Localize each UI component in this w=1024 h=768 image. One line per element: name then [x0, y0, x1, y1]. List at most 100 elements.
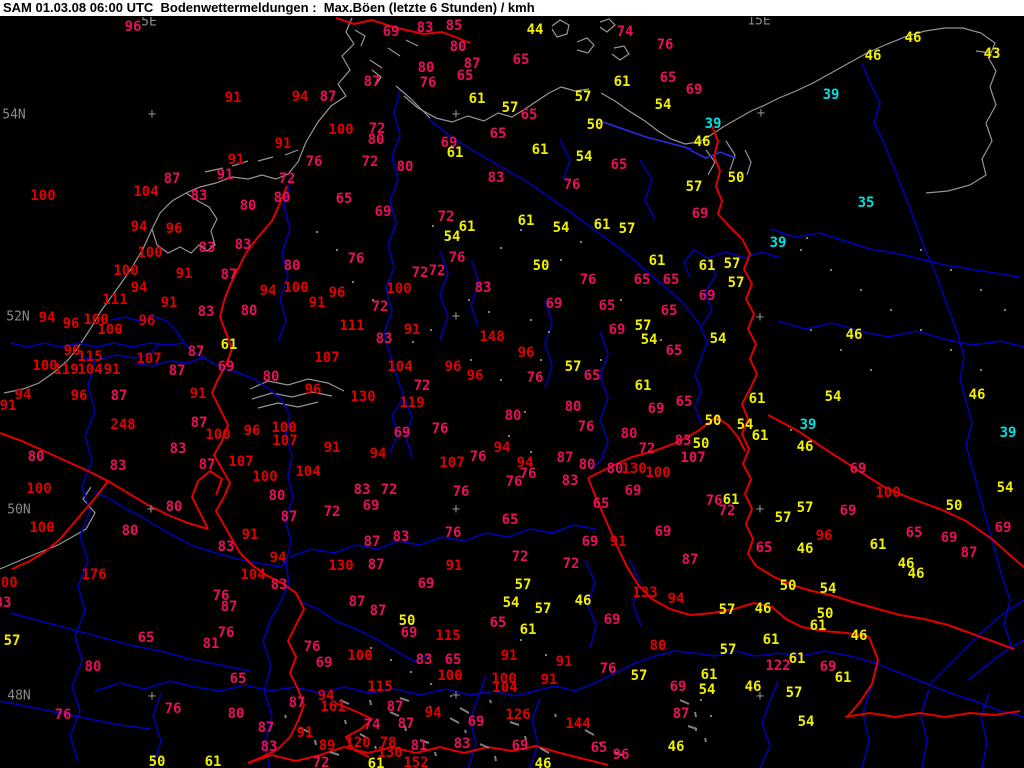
- station-gust-value: 61: [519, 622, 537, 638]
- station-gust-value: 96: [70, 388, 88, 404]
- station-gust-value: 72: [361, 154, 379, 170]
- station-gust-value: 69: [691, 206, 709, 222]
- station-gust-value: 94: [667, 591, 685, 607]
- station-gust-value: 72: [437, 209, 455, 225]
- coastlines-layer: [0, 17, 997, 570]
- station-gust-value: 91: [403, 322, 421, 338]
- station-gust-value: 87: [220, 599, 238, 615]
- station-gust-value: 81: [202, 636, 220, 652]
- station-gust-value: 69: [849, 461, 867, 477]
- station-gust-value: 76: [444, 525, 462, 541]
- station-gust-value: 87: [168, 363, 186, 379]
- station-gust-value: 87: [198, 457, 216, 473]
- station-gust-value: 248: [110, 417, 136, 433]
- station-gust-value: 65: [633, 272, 651, 288]
- station-gust-value: 100: [875, 485, 901, 501]
- station-gust-value: 46: [744, 679, 762, 695]
- station-gust-value: 87: [363, 74, 381, 90]
- station-gust-value: 69: [400, 625, 418, 641]
- graticule-cross: +: [451, 501, 461, 518]
- station-gust-value: 80: [449, 39, 467, 55]
- station-gust-value: 87: [257, 720, 275, 736]
- station-gust-value: 96: [815, 528, 833, 544]
- station-gust-value: 65: [590, 740, 608, 756]
- station-gust-value: 54: [698, 682, 716, 698]
- station-gust-value: 83: [190, 188, 208, 204]
- station-gust-value: 91: [160, 295, 178, 311]
- station-gust-value: 96: [328, 285, 346, 301]
- station-gust-value: 57: [723, 256, 741, 272]
- station-gust-value: 61: [458, 219, 476, 235]
- station-gust-value: 72: [718, 503, 736, 519]
- station-gust-value: 57: [630, 668, 648, 684]
- station-gust-value: 61: [367, 756, 385, 768]
- station-gust-value: 65: [444, 652, 462, 668]
- station-gust-value: 89: [318, 738, 336, 754]
- station-gust-value: 69: [581, 534, 599, 550]
- station-gust-value: 80: [564, 399, 582, 415]
- station-gust-value: 107: [272, 433, 298, 449]
- station-gust-value: 69: [393, 425, 411, 441]
- station-gust-value: 83: [353, 482, 371, 498]
- station-gust-value: 96: [444, 359, 462, 375]
- station-gust-value: 130: [350, 389, 376, 405]
- station-gust-value: 100: [26, 481, 52, 497]
- station-gust-value: 39: [704, 116, 722, 132]
- station-gust-value: 100: [97, 322, 123, 338]
- station-gust-value: 69: [940, 530, 958, 546]
- graticule-cross: +: [451, 106, 461, 123]
- station-gust-value: 120: [345, 735, 371, 751]
- station-gust-value: 43: [983, 46, 1001, 62]
- station-gust-value: 65: [675, 394, 693, 410]
- station-gust-value: 87: [288, 695, 306, 711]
- station-gust-value: 69: [839, 503, 857, 519]
- station-gust-value: 87: [672, 706, 690, 722]
- station-gust-value: 176: [81, 567, 107, 583]
- graticule-cross: +: [451, 687, 461, 704]
- station-gust-value: 91: [189, 386, 207, 402]
- station-gust-value: 46: [574, 593, 592, 609]
- station-gust-value: 76: [164, 701, 182, 717]
- station-gust-value: 72: [428, 263, 446, 279]
- station-gust-value: 50: [148, 754, 166, 768]
- station-gust-value: 65: [665, 343, 683, 359]
- station-gust-value: 65: [335, 191, 353, 207]
- station-gust-value: 57: [564, 359, 582, 375]
- station-gust-value: 100: [30, 188, 56, 204]
- station-gust-value: 50: [532, 258, 550, 274]
- station-gust-value: 65: [501, 512, 519, 528]
- station-gust-value: 57: [718, 602, 736, 618]
- station-gust-value: 69: [545, 296, 563, 312]
- station-gust-value: 80: [620, 426, 638, 442]
- station-gust-value: 94: [369, 446, 387, 462]
- station-gust-value: 107: [314, 350, 340, 366]
- station-gust-value: 104: [240, 567, 266, 583]
- station-gust-value: 65: [905, 525, 923, 541]
- station-gust-value: 83: [197, 304, 215, 320]
- station-gust-value: 61: [531, 142, 549, 158]
- station-gust-value: 91: [609, 534, 627, 550]
- station-gust-value: 61: [751, 428, 769, 444]
- station-gust-value: 133: [632, 585, 658, 601]
- station-gust-value: 54: [654, 97, 672, 113]
- station-gust-value: 61: [869, 537, 887, 553]
- station-gust-value: 57: [719, 642, 737, 658]
- station-gust-value: 130: [621, 461, 647, 477]
- station-gust-value: 80: [417, 60, 435, 76]
- station-gust-value: 96: [165, 221, 183, 237]
- station-gust-value: 69: [603, 612, 621, 628]
- station-gust-value: 76: [305, 154, 323, 170]
- graticule-cross: +: [755, 501, 765, 518]
- station-gust-value: 61: [593, 217, 611, 233]
- station-gust-value: 61: [700, 667, 718, 683]
- station-gust-value: 87: [348, 594, 366, 610]
- station-gust-value: 83: [169, 441, 187, 457]
- station-gust-value: 54: [552, 220, 570, 236]
- station-gust-value: 74: [616, 24, 634, 40]
- station-gust-value: 94: [130, 219, 148, 235]
- station-gust-value: 83: [234, 237, 252, 253]
- station-gust-value: 44: [526, 22, 544, 38]
- station-gust-value: 76: [526, 370, 544, 386]
- station-gust-value: 96: [466, 368, 484, 384]
- station-gust-value: 50: [586, 117, 604, 133]
